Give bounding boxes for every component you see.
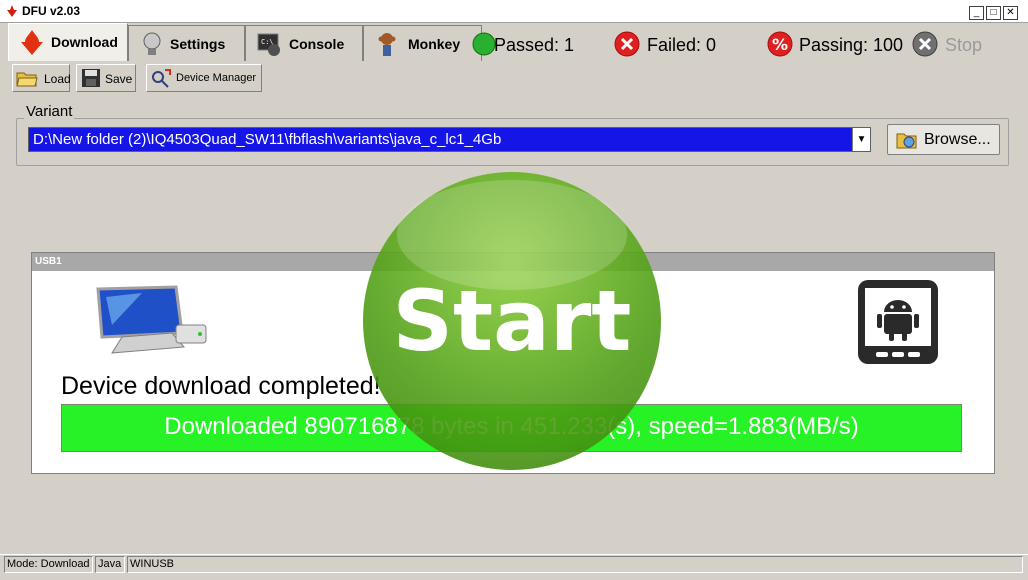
tab-label: Download <box>51 34 118 50</box>
tab-label: Console <box>289 36 345 52</box>
passing-rate: Passing: 100 <box>799 35 904 55</box>
variant-path: D:\New folder (2)\IQ4503Quad_SW11\fbflas… <box>33 131 502 148</box>
download-arrow-icon <box>21 30 43 55</box>
device-manager-button[interactable]: Device Manager <box>146 64 262 92</box>
percent-icon: % <box>767 31 793 57</box>
tab-download[interactable]: Download <box>8 23 128 61</box>
browse-button[interactable]: Browse... <box>887 124 1000 155</box>
load-label: Load <box>44 72 71 86</box>
app-icon <box>7 5 17 17</box>
failed-icon <box>614 31 640 57</box>
tab-label: Settings <box>170 36 226 52</box>
tab-label: Monkey <box>408 36 461 52</box>
save-label: Save <box>105 72 133 86</box>
browse-label: Browse... <box>924 131 991 148</box>
title-bar <box>0 0 1028 23</box>
device-port-label: USB1 <box>35 256 62 267</box>
status-driver: WINUSB <box>127 556 1023 573</box>
status-mode: Mode: Download <box>4 556 93 573</box>
stop-icon <box>912 31 938 57</box>
device-status-message: Device download completed! <box>61 372 381 400</box>
start-label: Start <box>392 272 632 370</box>
tab-settings[interactable]: Settings <box>128 25 245 61</box>
failed-count: Failed: 0 <box>647 35 717 55</box>
device-manager-icon <box>152 69 171 88</box>
stop-button[interactable]: Stop <box>910 29 990 61</box>
monkey-icon <box>378 33 396 56</box>
window-title: DFU v2.03 <box>22 4 81 18</box>
load-button[interactable]: Load <box>12 64 71 92</box>
maximize-button[interactable]: □ <box>986 6 1001 20</box>
svg-text:%: % <box>772 35 788 54</box>
passed-count: Passed: 1 <box>494 35 575 55</box>
variant-legend: Variant <box>24 103 75 120</box>
computer-icon <box>96 285 207 354</box>
browse-folder-icon <box>896 133 917 149</box>
close-button[interactable]: ✕ <box>1003 6 1018 20</box>
tab-monkey[interactable]: Monkey <box>363 25 482 61</box>
folder-open-icon <box>16 72 38 87</box>
minimize-button[interactable]: _ <box>969 6 984 20</box>
android-device-icon <box>858 280 938 364</box>
device-manager-label: Device Manager <box>176 72 257 84</box>
console-icon: C:\ <box>257 33 280 56</box>
stop-label: Stop <box>945 35 983 55</box>
floppy-disk-icon <box>82 69 100 87</box>
tab-console[interactable]: C:\ Console <box>245 25 363 61</box>
status-language: Java <box>95 556 125 573</box>
chevron-down-icon[interactable]: ▼ <box>852 128 870 151</box>
bulb-icon <box>143 32 161 55</box>
save-button[interactable]: Save <box>76 64 136 92</box>
